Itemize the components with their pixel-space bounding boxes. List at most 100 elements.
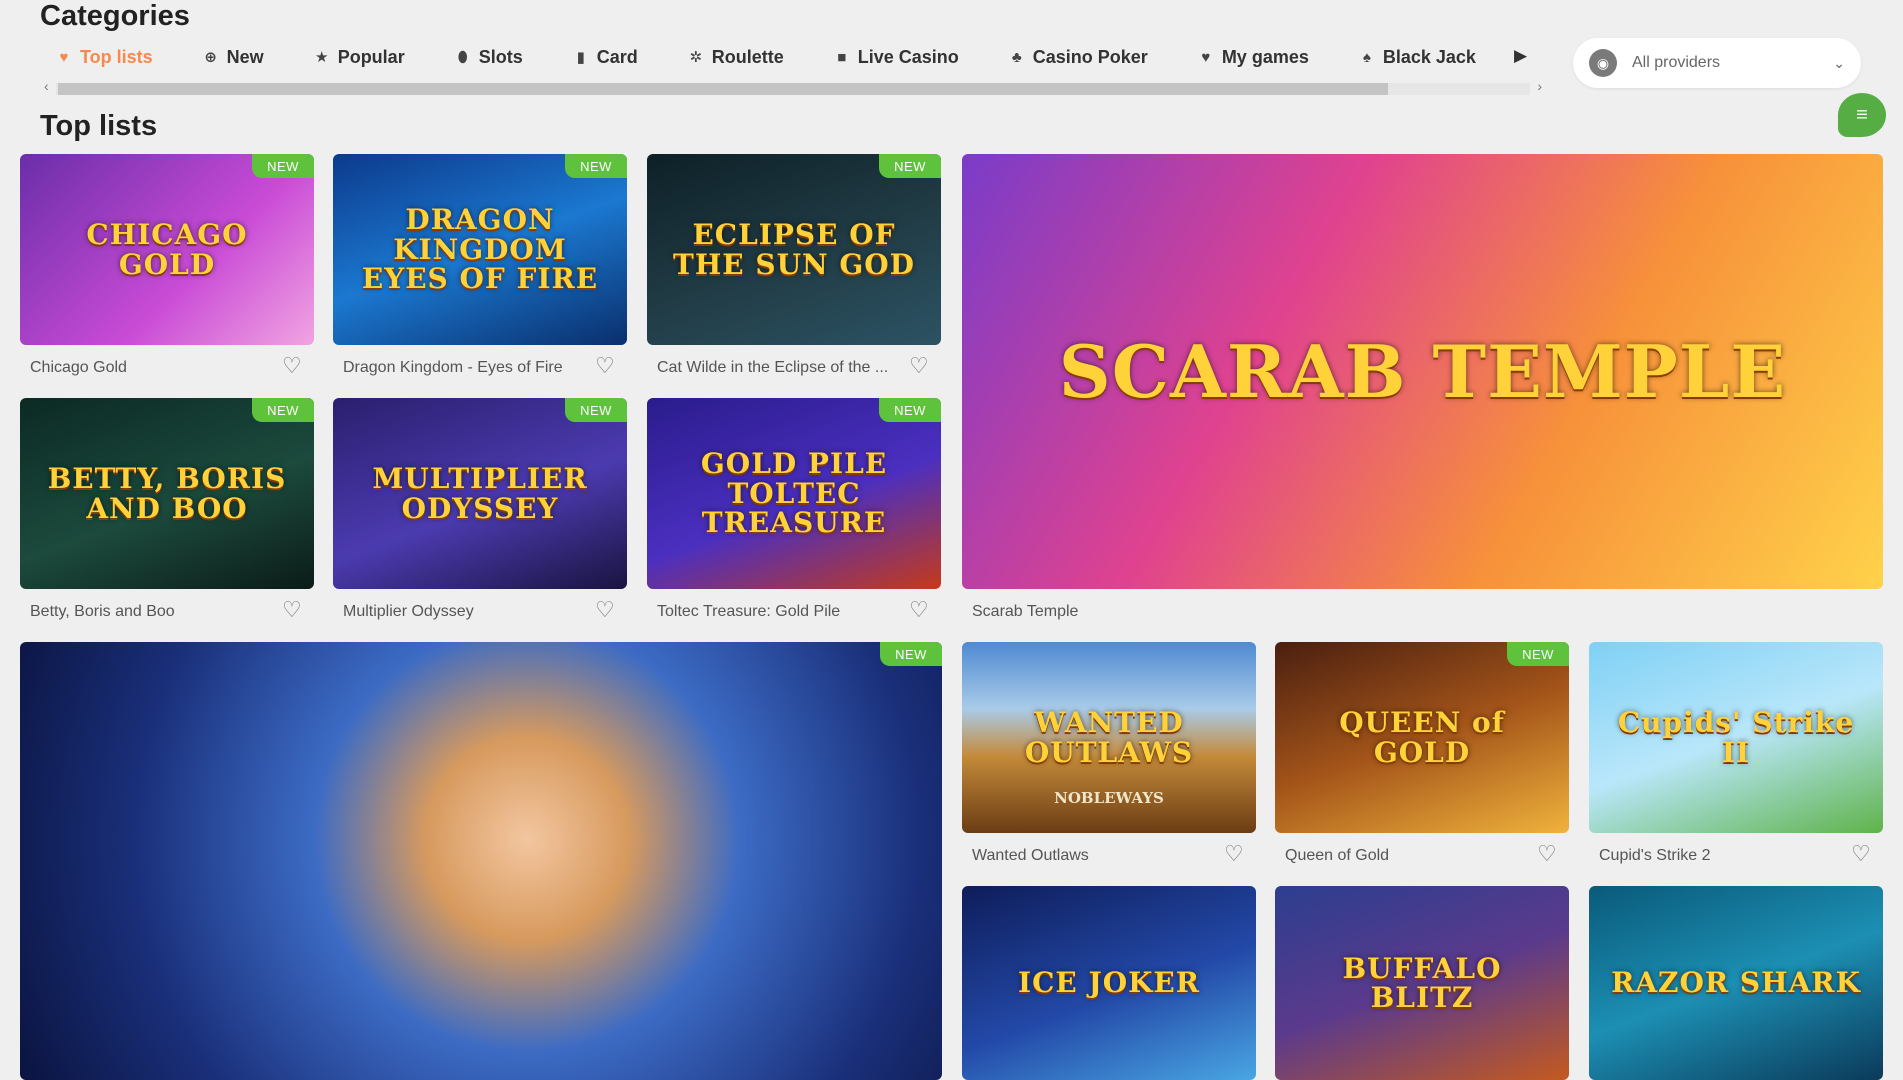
game-thumbnail[interactable]: WANTED OUTLAWS NOBLEWAYS	[962, 642, 1256, 833]
category-label: Top lists	[80, 46, 153, 67]
game-card: ICE JOKER	[962, 886, 1256, 1080]
game-title[interactable]: Wanted Outlaws	[972, 847, 1216, 865]
game-thumbnail[interactable]: CHICAGO GOLD NEW	[20, 154, 314, 345]
category-label: Slots	[478, 46, 523, 67]
category-top-lists[interactable]: ♥ Top lists	[54, 47, 153, 68]
roulette-icon: ✲	[689, 49, 703, 66]
scroll-left-icon[interactable]: ‹	[44, 78, 49, 94]
game-thumbnail[interactable]: GOLD PILE TOLTEC TREASURE NEW	[647, 398, 941, 589]
game-logo: WANTED OUTLAWS	[1024, 706, 1194, 769]
new-badge: NEW	[879, 398, 941, 422]
category-scrollbar[interactable]: ‹ ›	[44, 78, 1542, 97]
category-new[interactable]: ⊕ New	[201, 47, 263, 68]
category-slots[interactable]: ⬮ Slots	[453, 47, 523, 68]
game-thumbnail[interactable]: BUFFALO BLITZ	[1275, 886, 1569, 1080]
category-live-casino[interactable]: ■ Live Casino	[832, 47, 959, 68]
game-thumbnail[interactable]: SCARAB TEMPLE	[962, 154, 1883, 589]
game-card: CHICAGO GOLD NEW Chicago Gold ♡	[20, 154, 314, 377]
game-thumbnail[interactable]: MULTIPLIER ODYSSEY NEW	[333, 398, 627, 589]
game-card: GOLD PILE TOLTEC TREASURE NEW Toltec Treas…	[647, 398, 941, 621]
game-title[interactable]: Chicago Gold	[30, 359, 274, 377]
favorite-heart-icon[interactable]: ♡	[909, 355, 929, 377]
category-popular[interactable]: ★ Popular	[312, 47, 405, 68]
game-card: QUEEN of GOLD NEW Queen of Gold ♡	[1275, 642, 1569, 865]
game-logo: MULTIPLIER ODYSSEY	[372, 462, 588, 525]
game-title[interactable]: Cat Wilde in the Eclipse of the ...	[657, 359, 901, 377]
favorite-heart-icon[interactable]: ♡	[1537, 843, 1557, 865]
category-label: Card	[596, 46, 638, 67]
game-title[interactable]: Dragon Kingdom - Eyes of Fire	[343, 359, 587, 377]
game-artwork: CHICAGO GOLD	[20, 154, 314, 345]
scrollbar-thumb[interactable]	[58, 83, 1388, 95]
new-badge: NEW	[879, 154, 941, 178]
favorite-heart-icon[interactable]: ♡	[1224, 843, 1244, 865]
game-artwork: DRAGON KINGDOM EYES OF FIRE	[333, 154, 627, 345]
game-logo: BETTY, BORIS AND BOO	[47, 462, 287, 525]
game-artwork: SCARAB TEMPLE	[962, 154, 1883, 589]
game-logo: ECLIPSE OF THE SUN GOD	[673, 218, 915, 281]
category-label: Popular	[337, 46, 405, 67]
chat-button[interactable]: ≡	[1838, 93, 1886, 137]
game-card: BETTY, BORIS AND BOO NEW Betty, Boris and …	[20, 398, 314, 621]
providers-label: All providers	[1632, 54, 1721, 71]
favorite-heart-icon[interactable]: ♡	[282, 355, 302, 377]
game-title[interactable]: Multiplier Odyssey	[343, 603, 587, 621]
game-thumbnail[interactable]: Cupids' Strike II	[1589, 642, 1883, 833]
game-logo: CHICAGO GOLD	[86, 218, 248, 281]
category-black-jack[interactable]: ♠ Black Jack	[1357, 47, 1476, 68]
plus-circle-icon: ⊕	[204, 49, 217, 66]
favorite-heart-icon[interactable]: ♡	[282, 599, 302, 621]
game-title[interactable]: Toltec Treasure: Gold Pile	[657, 603, 901, 621]
game-thumbnail[interactable]: NEW	[20, 642, 942, 1080]
game-card: ECLIPSE OF THE SUN GOD NEW Cat Wilde in th…	[647, 154, 941, 377]
game-title[interactable]: Scarab Temple	[972, 603, 1843, 621]
game-artwork	[20, 642, 942, 1080]
category-bar: ♥ Top lists ⊕ New ★ Popular ⬮ Slots ▮ Ca…	[54, 44, 1476, 70]
category-next-arrow-icon[interactable]: ▶	[1514, 46, 1527, 66]
game-thumbnail[interactable]: RAZOR SHARK	[1589, 886, 1883, 1080]
categories-heading: Categories	[40, 0, 190, 32]
favorite-heart-icon[interactable]: ♡	[909, 599, 929, 621]
section-heading: Top lists	[40, 110, 158, 142]
game-logo: RAZOR SHARK	[1611, 966, 1861, 1000]
category-roulette[interactable]: ✲ Roulette	[686, 46, 784, 68]
game-card: SCARAB TEMPLE Scarab Temple	[962, 154, 1883, 621]
game-logo: DRAGON KINGDOM EYES OF FIRE	[361, 203, 599, 296]
game-artwork: QUEEN of GOLD	[1275, 642, 1569, 833]
category-label: Roulette	[711, 46, 784, 67]
game-artwork: BUFFALO BLITZ	[1275, 886, 1569, 1080]
favorite-heart-icon[interactable]: ♡	[595, 599, 615, 621]
game-logo: ICE JOKER	[1017, 966, 1201, 1000]
game-artwork: Cupids' Strike II	[1589, 642, 1883, 833]
new-badge: NEW	[252, 154, 314, 178]
game-thumbnail[interactable]: ICE JOKER	[962, 886, 1256, 1080]
providers-dropdown[interactable]: ◉ All providers ⌄	[1573, 38, 1861, 88]
game-title[interactable]: Betty, Boris and Boo	[30, 603, 274, 621]
game-artwork: ECLIPSE OF THE SUN GOD	[647, 154, 941, 345]
game-logo: QUEEN of GOLD	[1339, 706, 1505, 769]
game-title[interactable]: Cupid's Strike 2	[1599, 847, 1843, 865]
game-thumbnail[interactable]: BETTY, BORIS AND BOO NEW	[20, 398, 314, 589]
category-card[interactable]: ▮ Card	[571, 47, 638, 68]
chevron-down-icon: ⌄	[1833, 54, 1845, 71]
game-artwork: BETTY, BORIS AND BOO	[20, 398, 314, 589]
category-casino-poker[interactable]: ♣ Casino Poker	[1007, 47, 1148, 68]
game-artwork: ICE JOKER	[962, 886, 1256, 1080]
new-badge: NEW	[880, 642, 942, 666]
game-logo: GOLD PILE TOLTEC TREASURE	[700, 447, 888, 540]
favorite-heart-icon[interactable]: ♡	[1851, 843, 1871, 865]
game-thumbnail[interactable]: QUEEN of GOLD NEW	[1275, 642, 1569, 833]
category-my-games[interactable]: ♥ My games	[1196, 47, 1309, 68]
category-label: Black Jack	[1382, 46, 1476, 67]
game-title[interactable]: Queen of Gold	[1285, 847, 1529, 865]
gamepad-icon: ◉	[1589, 49, 1617, 77]
scroll-right-icon[interactable]: ›	[1537, 78, 1542, 94]
game-card: RAZOR SHARK	[1589, 886, 1883, 1080]
game-thumbnail[interactable]: DRAGON KINGDOM EYES OF FIRE NEW	[333, 154, 627, 345]
spade-icon: ♠	[1362, 48, 1371, 66]
club-icon: ♣	[1011, 48, 1022, 66]
favorite-heart-icon[interactable]: ♡	[595, 355, 615, 377]
game-card: NEW	[20, 642, 942, 1080]
game-logo: SCARAB TEMPLE	[1058, 328, 1787, 414]
game-thumbnail[interactable]: ECLIPSE OF THE SUN GOD NEW	[647, 154, 941, 345]
